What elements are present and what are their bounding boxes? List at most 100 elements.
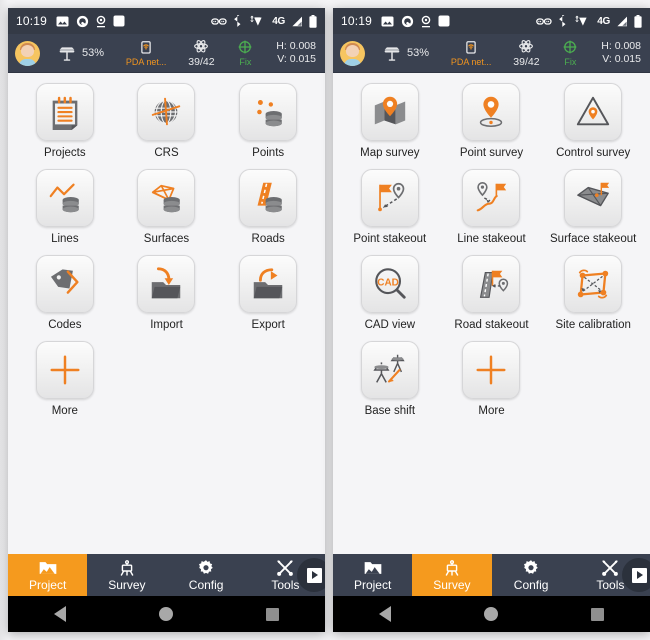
grid-item-export[interactable]: Export: [217, 255, 319, 332]
bottom-tab-bar: Project Survey Config Tools: [8, 554, 325, 596]
grid-item-control-survey[interactable]: Control survey: [542, 83, 644, 160]
satellite-status-group[interactable]: 39/42: [188, 38, 215, 68]
grid-item-crs[interactable]: CRS: [116, 83, 218, 160]
map-survey-tile[interactable]: [360, 83, 419, 141]
points-tile[interactable]: [239, 83, 298, 141]
point-stakeout-tile[interactable]: [360, 169, 419, 227]
grid-label: Point stakeout: [353, 233, 427, 245]
grid-item-map-survey[interactable]: Map survey: [339, 83, 441, 160]
wifi-icon: [250, 15, 262, 26]
grid-item-line-stakeout[interactable]: Line stakeout: [441, 169, 543, 246]
map-survey-icon: [374, 96, 406, 125]
grid-item-points[interactable]: Points: [217, 83, 319, 160]
grid-item-more[interactable]: More: [441, 341, 543, 418]
grid-item-roads[interactable]: Roads: [217, 169, 319, 246]
lines-tile[interactable]: [35, 169, 94, 227]
point-survey-tile[interactable]: [462, 83, 521, 141]
grid-label: Surface stakeout: [550, 233, 637, 245]
project-icon-grid: Projects CRS Points Lines Surfaces Roads…: [14, 83, 319, 418]
export-tile[interactable]: [239, 255, 298, 313]
crs-tile[interactable]: [137, 83, 196, 141]
surfaces-tile[interactable]: [137, 169, 196, 227]
site-calibration-tile[interactable]: [564, 255, 623, 313]
vertical-accuracy: V: 0.015: [602, 53, 641, 65]
grid-item-surface-stakeout[interactable]: Surface stakeout: [542, 169, 644, 246]
network-type-label: 4G: [272, 15, 285, 27]
quickpic-icon: [401, 15, 414, 27]
phone-screen-project: 10:19 4G 53% PDA net... 39/42 Fix H: 0.0…: [8, 8, 325, 632]
tab-label: Config: [188, 578, 224, 592]
grid-label: Line stakeout: [457, 233, 526, 245]
grid-item-point-stakeout[interactable]: Point stakeout: [339, 169, 441, 246]
location-icon: [421, 15, 431, 27]
tab-config[interactable]: Config: [167, 554, 246, 596]
avatar[interactable]: [15, 40, 40, 66]
surface-stakeout-tile[interactable]: [564, 169, 623, 227]
more-tabs-arrow-icon[interactable]: [297, 558, 325, 592]
status-right-icons: 4G: [536, 14, 642, 28]
grid-label: Roads: [251, 233, 285, 245]
base-shift-tile[interactable]: [360, 341, 419, 399]
battery-status-group[interactable]: 53%: [381, 42, 429, 64]
tab-project[interactable]: Project: [333, 554, 412, 596]
more-tabs-arrow-icon[interactable]: [622, 558, 650, 592]
fix-label: Fix: [239, 57, 252, 67]
codes-tag-icon: [50, 269, 79, 294]
battery-status-group[interactable]: 53%: [56, 42, 104, 64]
status-left-icons: [381, 15, 450, 28]
recents-square-icon[interactable]: [265, 607, 279, 621]
home-circle-icon[interactable]: [483, 607, 498, 621]
battery-icon: [309, 14, 317, 28]
roads-database-icon: [257, 182, 282, 213]
grid-item-surfaces[interactable]: Surfaces: [116, 169, 218, 246]
grid-item-cad-view[interactable]: CAD CAD view: [339, 255, 441, 332]
network-status-group[interactable]: PDA net...: [126, 38, 166, 68]
tab-project[interactable]: Project: [8, 554, 88, 596]
road-stakeout-tile[interactable]: [462, 255, 521, 313]
projects-notebook-icon: [52, 96, 78, 131]
grid-label: More: [478, 405, 505, 417]
grid-item-projects[interactable]: Projects: [14, 83, 116, 160]
grid-label: Surfaces: [143, 233, 190, 245]
avatar-face: [346, 44, 359, 57]
avatar[interactable]: [340, 40, 365, 66]
network-status-group[interactable]: PDA net...: [451, 38, 491, 68]
control-survey-icon: [577, 96, 610, 126]
grid-item-base-shift[interactable]: Base shift: [339, 341, 441, 418]
back-triangle-icon[interactable]: [54, 606, 67, 622]
home-circle-icon[interactable]: [158, 607, 173, 621]
recents-square-icon[interactable]: [590, 607, 604, 621]
fix-status-group[interactable]: Fix: [236, 38, 254, 68]
survey-tripod-icon: [445, 560, 459, 576]
tab-config[interactable]: Config: [492, 554, 571, 596]
more-tile[interactable]: [462, 341, 521, 399]
tab-label: Config: [513, 578, 549, 592]
tab-survey[interactable]: Survey: [87, 554, 166, 596]
project-folder-icon: [39, 562, 56, 574]
grid-item-more[interactable]: More: [14, 341, 116, 418]
cad-view-tile[interactable]: CAD: [360, 255, 419, 313]
grid-item-import[interactable]: Import: [116, 255, 218, 332]
back-triangle-icon[interactable]: [379, 606, 392, 622]
import-tile[interactable]: [137, 255, 196, 313]
projects-tile[interactable]: [35, 83, 94, 141]
fix-status-group[interactable]: Fix: [561, 38, 579, 68]
tab-survey[interactable]: Survey: [412, 554, 492, 596]
grid-item-site-calibration[interactable]: Site calibration: [542, 255, 644, 332]
grid-label: Projects: [44, 147, 86, 159]
roads-tile[interactable]: [239, 169, 298, 227]
control-survey-tile[interactable]: [564, 83, 623, 141]
status-time: 10:19: [16, 14, 48, 28]
grid-item-codes[interactable]: Codes: [14, 255, 116, 332]
accuracy-readout: H: 0.008 V: 0.015: [601, 40, 641, 66]
codes-tile[interactable]: [35, 255, 94, 313]
wifi-icon: [575, 15, 587, 26]
more-tile[interactable]: [35, 341, 94, 399]
satellite-status-group[interactable]: 39/42: [513, 38, 540, 68]
line-stakeout-tile[interactable]: [462, 169, 521, 227]
overflow-arrow-glyph: [631, 567, 647, 583]
grid-item-lines[interactable]: Lines: [14, 169, 116, 246]
avatar-face: [21, 44, 34, 57]
grid-item-point-survey[interactable]: Point survey: [441, 83, 543, 160]
grid-item-road-stakeout[interactable]: Road stakeout: [441, 255, 543, 332]
